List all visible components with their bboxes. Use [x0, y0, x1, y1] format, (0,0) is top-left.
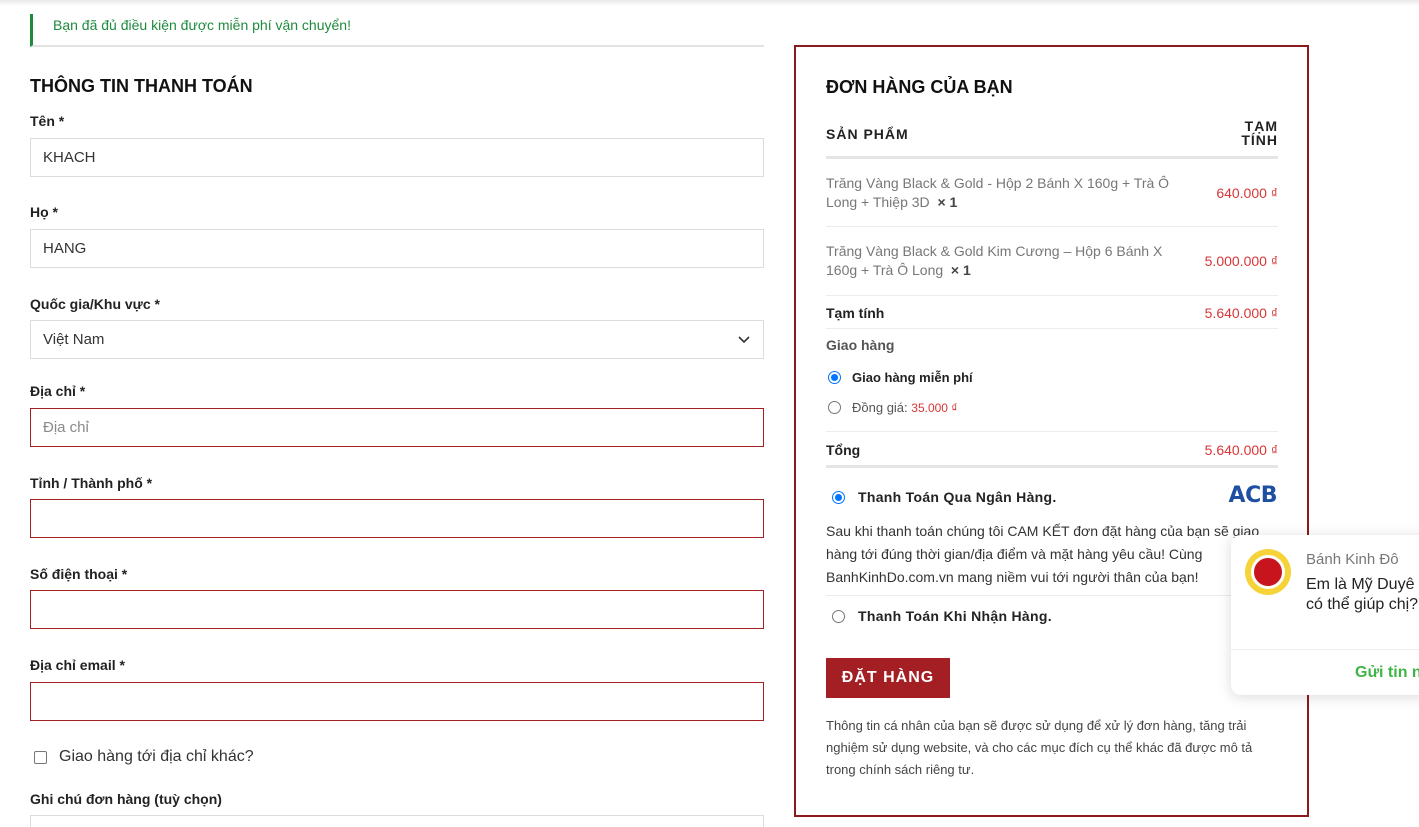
shipping-flat-radio[interactable]	[828, 401, 841, 414]
payment-bank-label: Thanh Toán Qua Ngân Hàng.	[858, 489, 1057, 505]
order-notes-label: Ghi chú đơn hàng (tuỳ chọn)	[30, 791, 222, 807]
chat-divider	[1231, 649, 1419, 650]
order-notes-field[interactable]	[30, 815, 764, 827]
payment-cod-label: Thanh Toán Khi Nhận Hàng.	[858, 608, 1052, 624]
chat-send-button[interactable]: Gửi tin n	[1355, 664, 1419, 682]
email-label: Địa chỉ email *	[30, 657, 125, 673]
item-price: 5.000.000 ₫	[1204, 253, 1278, 269]
phone-field[interactable]	[30, 590, 764, 629]
first-name-field[interactable]: KHACH	[30, 138, 764, 177]
city-field[interactable]	[30, 499, 764, 538]
item-name: Trăng Vàng Black & Gold Kim Cương – Hộp …	[826, 243, 1163, 278]
shipping-flat-label: Đồng giá:	[852, 400, 908, 415]
total-label: Tổng	[826, 442, 861, 458]
order-title: ĐƠN HÀNG CỦA BẠN	[826, 77, 1013, 97]
order-table-header: SẢN PHẨM TẠM TÍNH	[826, 119, 1278, 159]
ship-to-different-address[interactable]: Giao hàng tới địa chỉ khác?	[34, 748, 254, 766]
shipping-free-label: Giao hàng miễn phí	[852, 370, 973, 385]
product-column-header: SẢN PHẨM	[826, 126, 909, 142]
subtotal-row: Tạm tính 5.640.000 ₫	[826, 296, 1278, 329]
country-select[interactable]: Việt Nam	[30, 320, 764, 359]
address-label: Địa chỉ *	[30, 383, 86, 399]
chevron-down-icon	[738, 336, 750, 344]
payment-cod-radio[interactable]	[832, 610, 845, 623]
ship-other-label: Giao hàng tới địa chỉ khác?	[59, 748, 254, 765]
shipping-row: Giao hàng	[826, 337, 1278, 357]
chat-sender: Bánh Kinh Đô	[1306, 551, 1399, 568]
privacy-notice: Thông tin cá nhân của bạn sẽ được sử dụn…	[826, 718, 1253, 777]
billing-title: THÔNG TIN THANH TOÁN	[30, 76, 253, 96]
subtotal-column-header: TẠM TÍNH	[1241, 118, 1278, 148]
privacy-policy-link[interactable]: chính sách riêng tư.	[859, 762, 974, 777]
shipping-free-radio[interactable]	[828, 371, 841, 384]
email-field[interactable]	[30, 682, 764, 721]
total-row: Tổng 5.640.000 ₫	[826, 431, 1278, 468]
ship-other-checkbox[interactable]	[34, 750, 47, 764]
chat-widget[interactable]: Bánh Kinh Đô Em là Mỹ Duyê Em có thể giú…	[1231, 535, 1419, 695]
address-field[interactable]: Địa chỉ	[30, 408, 764, 447]
acb-logo: ACB	[1228, 483, 1278, 508]
top-shadow	[0, 0, 1419, 6]
payment-bank-description: Sau khi thanh toán chúng tôi CAM KẾT đơn…	[826, 523, 1260, 585]
chat-message: Em là Mỹ Duyê Em có thể giúp chị?	[1306, 576, 1419, 613]
item-qty: × 1	[937, 194, 958, 210]
last-name-label: Họ *	[30, 204, 58, 220]
country-label: Quốc gia/Khu vực *	[30, 296, 160, 312]
free-shipping-notice: Bạn đã đủ điều kiện được miễn phí vận ch…	[30, 14, 764, 47]
kinh-do-logo	[1245, 549, 1291, 595]
shipping-flat-price: 35.000 ₫	[911, 401, 958, 415]
last-name-field[interactable]: HANG	[30, 229, 764, 268]
subtotal-label: Tạm tính	[826, 305, 885, 321]
first-name-label: Tên *	[30, 113, 65, 129]
order-item: Trăng Vàng Black & Gold - Hộp 2 Bánh X 1…	[826, 160, 1278, 227]
order-summary: ĐƠN HÀNG CỦA BẠN SẢN PHẨM TẠM TÍNH Trăng …	[794, 45, 1309, 817]
item-qty: × 1	[950, 262, 971, 278]
subtotal-value: 5.640.000 ₫	[1204, 305, 1278, 321]
shipping-label: Giao hàng	[826, 337, 895, 353]
item-price: 640.000 ₫	[1216, 185, 1278, 201]
payment-bank-radio[interactable]	[832, 491, 845, 504]
place-order-button[interactable]: ĐẶT HÀNG	[826, 658, 950, 698]
payment-divider	[826, 595, 1278, 596]
order-item: Trăng Vàng Black & Gold Kim Cương – Hộp …	[826, 227, 1278, 296]
item-name: Trăng Vàng Black & Gold - Hộp 2 Bánh X 1…	[826, 175, 1170, 210]
phone-label: Số điện thoại *	[30, 566, 128, 582]
city-label: Tỉnh / Thành phố *	[30, 475, 153, 491]
total-value: 5.640.000 ₫	[1204, 442, 1278, 458]
